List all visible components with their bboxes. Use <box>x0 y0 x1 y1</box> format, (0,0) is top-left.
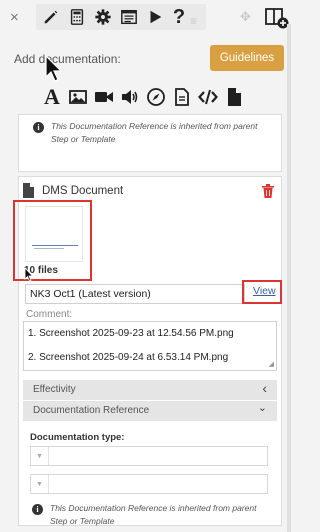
documentation-subtype-select[interactable]: ▼ <box>30 474 268 494</box>
guidelines-button[interactable]: Guidelines <box>210 45 284 71</box>
documentation-type-select[interactable]: ▼ <box>30 446 268 466</box>
image-icon[interactable] <box>66 85 90 109</box>
document-thumbnail[interactable] <box>25 206 83 262</box>
calculator-icon[interactable] <box>66 7 88 27</box>
video-icon[interactable] <box>92 85 116 109</box>
resize-handle-icon[interactable]: ◢ <box>269 360 274 368</box>
documentation-reference-section[interactable]: Documentation Reference ⌄ <box>23 401 277 421</box>
inherited-reference-card: i This Documentation Reference is inheri… <box>18 114 282 172</box>
info-icon: i <box>33 122 44 133</box>
dms-document-header: DMS Document <box>22 183 123 198</box>
file-icon[interactable] <box>222 85 246 109</box>
caret-down-icon: ▼ <box>31 475 49 493</box>
mouse-cursor-icon <box>45 55 63 82</box>
document-icon[interactable] <box>170 85 194 109</box>
add-column-icon[interactable] <box>265 7 289 34</box>
dms-document-title: DMS Document <box>42 184 124 197</box>
help-icon[interactable]: ? <box>168 6 190 28</box>
documentation-type-label: Documentation type: <box>30 432 125 443</box>
play-icon[interactable] <box>144 7 166 27</box>
add-documentation-label: Add documentation: <box>14 52 121 66</box>
code-icon[interactable] <box>196 85 220 109</box>
chevron-left-icon: ‹ <box>262 380 267 396</box>
dms-inherited-note-text: This Documentation Reference is inherite… <box>50 503 257 526</box>
list-form-icon[interactable] <box>118 7 140 27</box>
scrollbar[interactable] <box>287 24 291 532</box>
pencil-icon[interactable] <box>40 7 62 27</box>
chevron-down-icon: ⌄ <box>257 402 267 414</box>
document-file-icon <box>23 183 34 198</box>
comment-line: 2. Screenshot 2025-09-24 at 6.53.14 PM.p… <box>28 352 229 363</box>
info-icon: i <box>32 504 43 515</box>
view-link-highlight: View <box>242 280 282 304</box>
mouse-cursor-icon <box>24 268 33 282</box>
close-button[interactable]: × <box>10 9 19 26</box>
documentation-reference-label: Documentation Reference <box>33 405 150 416</box>
move-icon: ✥ <box>240 9 251 24</box>
effectivity-label: Effectivity <box>33 384 76 395</box>
comment-label: Comment: <box>26 309 73 320</box>
compass-icon[interactable] <box>144 85 168 109</box>
comment-line: 1. Screenshot 2025-09-23 at 12.54.56 PM.… <box>28 328 234 339</box>
documentation-type-icons: A <box>40 84 248 109</box>
trash-icon[interactable] <box>262 184 274 198</box>
effectivity-section[interactable]: Effectivity ‹ <box>23 380 277 400</box>
dms-inherited-note: i This Documentation Reference is inheri… <box>32 502 270 528</box>
text-icon[interactable]: A <box>40 84 64 109</box>
audio-icon[interactable] <box>118 85 142 109</box>
drag-handle-icon: ≡ <box>190 14 198 28</box>
caret-down-icon: ▼ <box>31 447 49 465</box>
toolbar: × ? ≡ ✥ <box>0 0 294 36</box>
version-select[interactable]: NK3 Oct1 (Latest version) <box>25 284 245 304</box>
inherited-note: i This Documentation Reference is inheri… <box>33 120 271 146</box>
inherited-note-text: This Documentation Reference is inherite… <box>51 121 258 144</box>
comment-textarea[interactable]: 1. Screenshot 2025-09-23 at 12.54.56 PM.… <box>23 321 277 371</box>
gear-icon[interactable] <box>92 7 114 27</box>
toolbar-group: ? ≡ <box>36 4 206 30</box>
view-link[interactable]: View <box>253 285 276 297</box>
